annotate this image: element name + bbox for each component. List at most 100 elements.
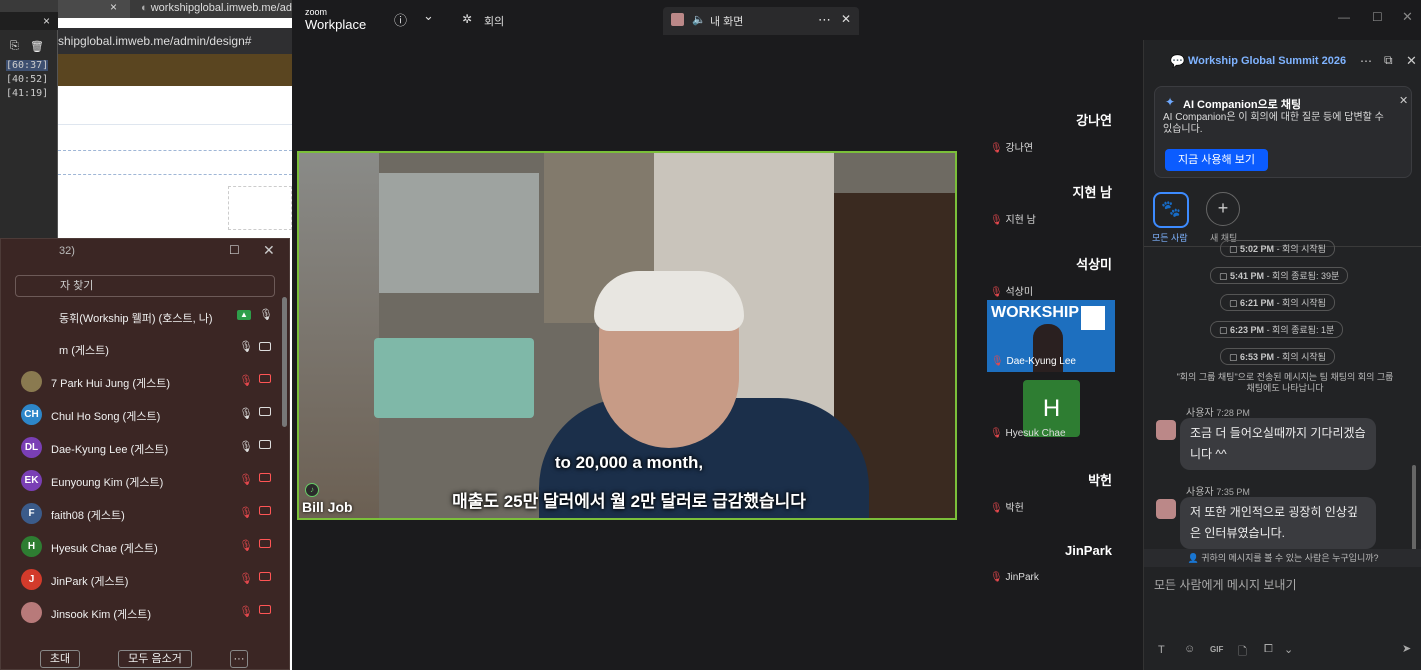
participant-name: m (게스트): [59, 345, 109, 357]
mic-muted-icon: 🎙: [990, 428, 1003, 439]
emoji-icon[interactable]: ☺: [1184, 643, 1195, 655]
meeting-icon: ✲: [462, 12, 473, 26]
message-input[interactable]: 모든 사람에게 메시지 보내기: [1154, 576, 1296, 593]
zoom-logo: Workplace: [305, 17, 367, 32]
new-chat-icon[interactable]: +: [1206, 192, 1240, 226]
timecode[interactable]: [60:37]: [6, 60, 49, 71]
tile-display-name: 석상미: [1076, 257, 1112, 272]
more-icon[interactable]: ⋯: [818, 12, 831, 28]
participant-row[interactable]: 7 Park Hui Jung (게스트) 🎙: [1, 366, 283, 399]
scrollbar[interactable]: [282, 297, 287, 427]
close-icon[interactable]: ×: [43, 14, 50, 28]
maximize-icon[interactable]: ☐: [229, 243, 240, 257]
video-icon[interactable]: [259, 342, 271, 351]
mic-muted-icon[interactable]: 🎙: [239, 473, 253, 486]
copy-icon[interactable]: ⎘: [10, 40, 19, 53]
all-chat-icon[interactable]: 🐾: [1153, 192, 1189, 228]
avatar: [1156, 499, 1176, 519]
mic-muted-icon[interactable]: 🎙: [239, 539, 253, 552]
participant-row[interactable]: H Hyesuk Chae (게스트) 🎙: [1, 531, 283, 564]
system-message: ▢ 5:41 PM - 회의 종료됨: 39분: [1210, 267, 1349, 284]
participant-row[interactable]: DL Dae-Kyung Lee (게스트) 🎙: [1, 432, 283, 465]
mic-muted-icon: 🎙: [990, 287, 1003, 298]
participant-name: 7 Park Hui Jung (게스트): [51, 378, 171, 390]
close-icon[interactable]: ✕: [841, 12, 851, 26]
mic-muted-icon[interactable]: 🎙: [239, 506, 253, 519]
more-icon[interactable]: ⋯: [1360, 54, 1372, 68]
trash-icon[interactable]: 🗑: [30, 40, 44, 53]
minimize-icon[interactable]: —: [1338, 10, 1350, 24]
mic-muted-icon[interactable]: 🎙: [239, 605, 253, 618]
participant-row[interactable]: m (게스트) 🎙: [1, 333, 283, 366]
chevron-down-icon[interactable]: ⌄: [423, 8, 434, 24]
participant-search-input[interactable]: 자 찾기: [15, 275, 275, 297]
send-icon[interactable]: ➤: [1402, 642, 1411, 655]
video-icon[interactable]: [259, 407, 271, 416]
banner-text: WORKSHIP: [991, 304, 1079, 321]
tab-label: 내 화면: [710, 16, 744, 28]
participant-row[interactable]: J JinPark (게스트) 🎙: [1, 564, 283, 597]
tile-display-name: JinPark: [1065, 543, 1112, 558]
person-icon: 👤: [1187, 553, 1199, 563]
video-off-icon[interactable]: [259, 374, 271, 383]
panel-header: ×: [0, 12, 58, 30]
screenshot-icon[interactable]: ⧠: [1264, 643, 1273, 656]
browser-tab-admin[interactable]: ◐ workshipglobal.imweb.me/admin: [135, 0, 292, 18]
close-icon[interactable]: ✕: [1406, 53, 1417, 69]
video-off-icon[interactable]: [259, 539, 271, 548]
text-format-icon[interactable]: T: [1158, 644, 1165, 656]
participant-row[interactable]: CH Chul Ho Song (게스트) 🎙: [1, 399, 283, 432]
mic-icon[interactable]: 🎙: [259, 308, 273, 321]
invite-button[interactable]: 초대: [40, 650, 80, 668]
who-can-see-link[interactable]: 👤 귀하의 메시지를 볼 수 있는 사람은 누구입니까?: [1144, 549, 1421, 567]
speaker-hair: [594, 271, 744, 331]
try-ai-button[interactable]: 지금 사용해 보기: [1165, 149, 1268, 171]
mic-icon[interactable]: 🎙: [239, 407, 253, 420]
chat-title[interactable]: Workship Global Summit 2026: [1188, 55, 1346, 67]
divider: [58, 124, 292, 125]
maximize-icon[interactable]: ☐: [1372, 10, 1383, 24]
file-icon[interactable]: 🗋: [1238, 643, 1247, 662]
tile-display-name: 지현 남: [1072, 185, 1113, 200]
video-off-icon[interactable]: [259, 473, 271, 482]
divider: [58, 174, 292, 175]
video-off-icon[interactable]: [259, 572, 271, 581]
mic-muted-icon[interactable]: 🎙: [239, 374, 253, 387]
participant-row[interactable]: F faith08 (게스트) 🎙: [1, 498, 283, 531]
timecode[interactable]: [40:52]: [6, 74, 48, 85]
tab-meeting[interactable]: 회의: [484, 13, 504, 29]
info-icon[interactable]: ⓘ: [394, 10, 407, 29]
mute-all-button[interactable]: 모두 음소거: [118, 650, 192, 668]
participant-row[interactable]: Jinsook Kim (게스트) 🎙: [1, 597, 283, 630]
mic-muted-icon: 🎙: [990, 572, 1003, 583]
tab-close-icon[interactable]: ×: [110, 0, 117, 14]
mic-icon[interactable]: 🎙: [239, 340, 253, 353]
close-icon[interactable]: ✕: [1399, 94, 1408, 107]
participant-row[interactable]: EK Eunyoung Kim (게스트) 🎙: [1, 465, 283, 498]
ai-companion-card: ✦ AI Companion으로 채팅 ✕ AI Companion은 이 회의…: [1154, 86, 1412, 178]
close-window-icon[interactable]: ✕: [1402, 9, 1413, 25]
mic-muted-icon[interactable]: 🎙: [239, 572, 253, 585]
ai-card-title: AI Companion으로 채팅: [1183, 99, 1302, 111]
participant-row-host[interactable]: 동휘(Workship 웰퍼) (호스트, 나) ▲ 🎙: [1, 301, 283, 334]
active-speaker-video[interactable]: to 20,000 a month, 매출도 25만 달러에서 월 2만 달러로…: [297, 151, 957, 520]
close-icon[interactable]: ✕: [263, 242, 275, 259]
meeting-icon: ▢: [1219, 271, 1228, 281]
more-button[interactable]: ···: [230, 650, 248, 668]
mic-icon[interactable]: 🎙: [239, 440, 253, 453]
meeting-icon: ▢: [1229, 298, 1238, 308]
video-tile-dae-kyung-lee[interactable]: WORKSHIP 🎙 Dae-Kyung Lee: [987, 300, 1115, 372]
avatar: EK: [21, 470, 42, 491]
video-icon[interactable]: [259, 440, 271, 449]
tile-name: 🎙 Hyesuk Chae: [990, 428, 1066, 439]
chevron-down-icon[interactable]: ⌄: [1284, 643, 1293, 656]
meeting-icon: ▢: [1219, 325, 1228, 335]
timecode[interactable]: [41:19]: [6, 88, 48, 99]
tab-my-screen[interactable]: 🔈 내 화면 ⋯ ✕: [663, 7, 859, 35]
avatar: CH: [21, 404, 42, 425]
gif-icon[interactable]: GIF: [1210, 645, 1223, 654]
video-off-icon[interactable]: [259, 605, 271, 614]
popout-icon[interactable]: ⧉: [1384, 53, 1393, 68]
video-off-icon[interactable]: [259, 506, 271, 515]
share-screen-icon: ▲: [237, 310, 251, 320]
